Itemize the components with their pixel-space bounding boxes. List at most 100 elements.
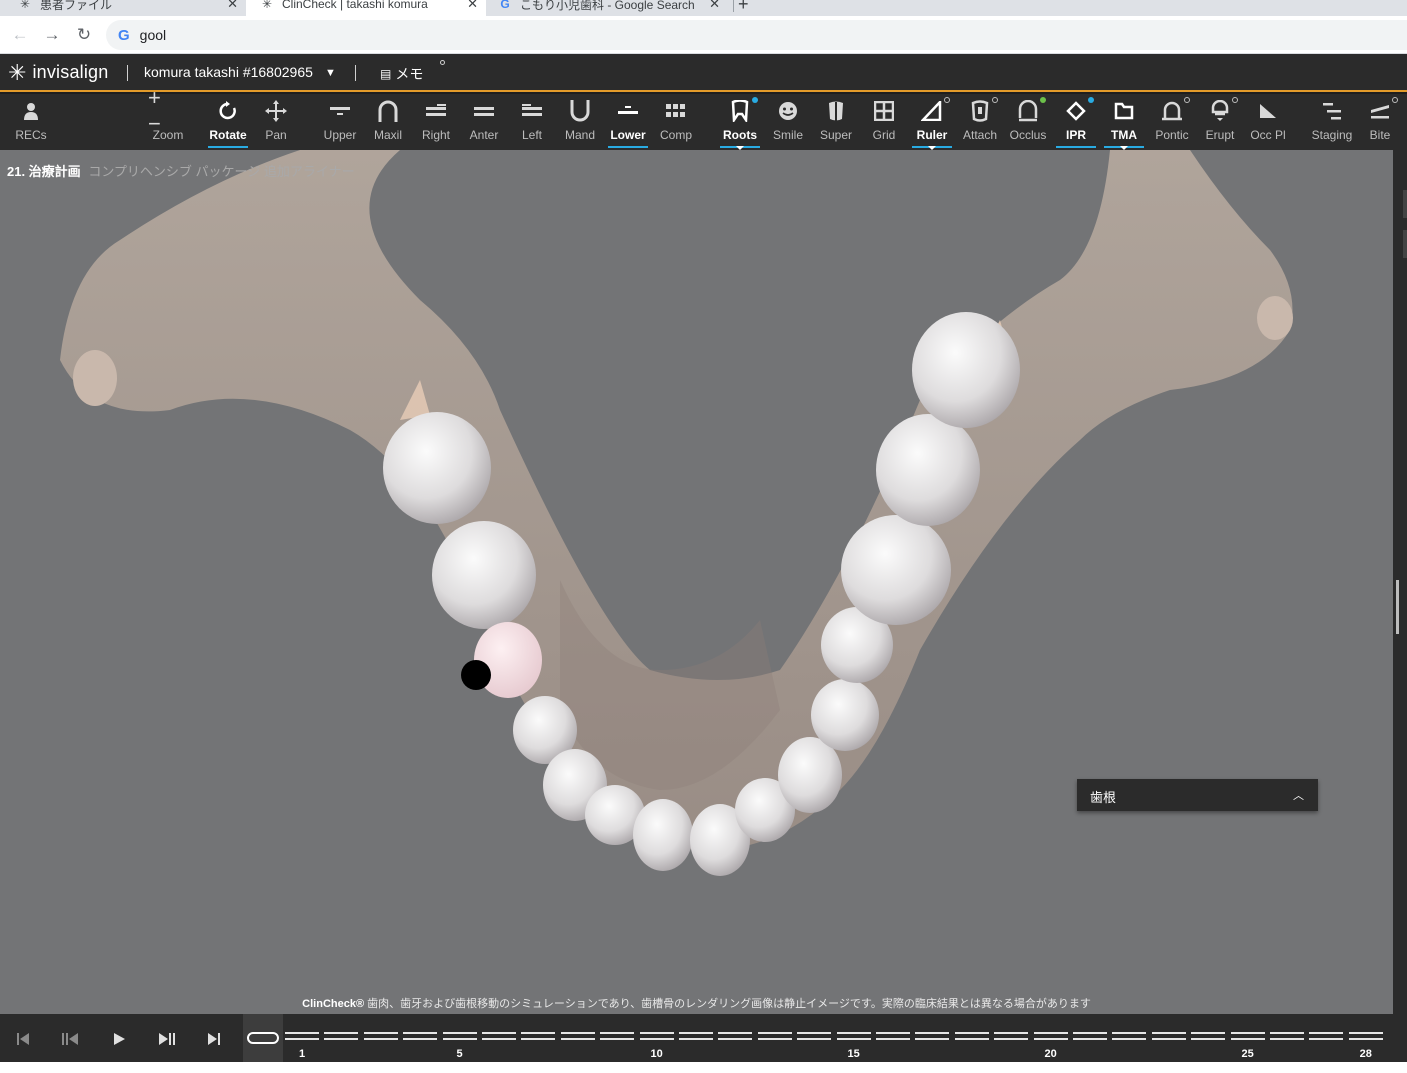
tool-occlus[interactable]: Occlus xyxy=(1004,94,1052,150)
stage-step[interactable] xyxy=(482,1032,516,1040)
patient-selector[interactable]: komura takashi #16802965 xyxy=(144,64,313,80)
tooth-left-central[interactable] xyxy=(633,799,693,871)
back-arrow-icon[interactable]: ← xyxy=(8,23,32,47)
tool-zoom[interactable]: +− Zoom xyxy=(144,85,192,150)
tool-grid[interactable]: Grid xyxy=(860,94,908,150)
memo-button[interactable]: ▤ メモ xyxy=(380,64,423,84)
tooth-left-molar-1[interactable] xyxy=(432,521,536,629)
stage-step[interactable] xyxy=(1309,1032,1344,1040)
stage-step[interactable] xyxy=(521,1032,556,1040)
tooth-right-molar-2[interactable] xyxy=(876,414,980,526)
stage-step[interactable] xyxy=(1151,1032,1186,1040)
tool-pan[interactable]: Pan xyxy=(252,94,300,150)
forward-arrow-icon[interactable]: → xyxy=(40,23,64,47)
stage-step[interactable] xyxy=(954,1032,989,1040)
tooth-right-molar-3[interactable] xyxy=(912,312,1020,428)
browser-tab-clincheck[interactable]: ✳ ClinCheck | takashi komura ✕ xyxy=(246,0,486,16)
stage-step[interactable] xyxy=(1033,1032,1068,1040)
address-bar[interactable]: G gool xyxy=(106,20,1407,50)
stage-upper-bar xyxy=(324,1032,359,1034)
roots-panel[interactable]: 歯根 ︿ xyxy=(1077,779,1318,811)
stage-step[interactable] xyxy=(679,1032,713,1040)
stage-step[interactable] xyxy=(994,1032,1029,1040)
address-text[interactable]: gool xyxy=(140,27,166,43)
stage-step[interactable] xyxy=(1191,1032,1226,1040)
tool-attach[interactable]: Attach xyxy=(956,94,1004,150)
stage-step[interactable] xyxy=(560,1032,595,1040)
tool-lower[interactable]: Lower xyxy=(604,94,652,150)
stage-step[interactable] xyxy=(285,1032,319,1040)
chevron-down-icon[interactable]: ▼ xyxy=(325,67,336,79)
stage-step[interactable] xyxy=(442,1032,477,1040)
stage-track[interactable] xyxy=(285,1032,1389,1046)
new-tab-button[interactable]: + xyxy=(738,0,749,15)
tool-tma[interactable]: TMA xyxy=(1100,94,1148,150)
stage-step[interactable] xyxy=(324,1032,359,1040)
tool-smile[interactable]: Smile xyxy=(764,94,812,150)
stage-step[interactable] xyxy=(639,1032,674,1040)
stage-step[interactable] xyxy=(600,1032,635,1040)
stage-0-pill[interactable] xyxy=(247,1032,279,1044)
tool-ruler[interactable]: Ruler xyxy=(908,94,956,150)
tool-roots[interactable]: Roots xyxy=(716,94,764,150)
current-stage-marker[interactable] xyxy=(243,1014,283,1062)
tool-maxil[interactable]: Maxil xyxy=(364,94,412,150)
tooth-right-premolar-1[interactable] xyxy=(811,679,879,751)
tooth-left-molar-2[interactable] xyxy=(383,412,491,524)
stage-step[interactable] xyxy=(757,1032,792,1040)
stage-step[interactable] xyxy=(876,1032,910,1040)
stage-upper-bar xyxy=(600,1032,635,1034)
tool-comp[interactable]: Comp xyxy=(652,94,700,150)
stage-step[interactable] xyxy=(1112,1032,1147,1040)
status-dot xyxy=(992,97,998,103)
tool-anter[interactable]: Anter xyxy=(460,94,508,150)
skip-to-start-icon[interactable] xyxy=(10,1028,36,1050)
status-dot xyxy=(752,97,758,103)
selection-marker[interactable] xyxy=(461,660,491,690)
browser-tab-patient-file[interactable]: ✳ 患者ファイル ✕ xyxy=(0,0,246,16)
tool-super[interactable]: Super xyxy=(812,94,860,150)
tool-ipr[interactable]: IPR xyxy=(1052,94,1100,150)
stage-step[interactable] xyxy=(1348,1032,1383,1040)
tool-left[interactable]: Left xyxy=(508,94,556,150)
stage-step[interactable] xyxy=(363,1032,398,1040)
stage-step[interactable] xyxy=(915,1032,950,1040)
stage-step[interactable] xyxy=(836,1032,871,1040)
tool-upper[interactable]: Upper xyxy=(316,94,364,150)
tool-rotate[interactable]: Rotate xyxy=(204,94,252,150)
stage-step[interactable] xyxy=(797,1032,832,1040)
stage-step[interactable] xyxy=(718,1032,753,1040)
stage-step[interactable] xyxy=(1230,1032,1265,1040)
tool-staging[interactable]: Staging xyxy=(1308,94,1356,150)
tool-erupt[interactable]: Erupt xyxy=(1196,94,1244,150)
tool-bite[interactable]: Bite xyxy=(1356,94,1404,150)
tool-mand[interactable]: Mand xyxy=(556,94,604,150)
tool-occ-pl[interactable]: Occ Pl xyxy=(1244,94,1292,150)
play-icon[interactable] xyxy=(106,1028,132,1050)
step-back-icon[interactable] xyxy=(57,1028,83,1050)
reload-icon[interactable]: ↻ xyxy=(72,23,96,47)
tool-label: Attach xyxy=(962,128,998,142)
skip-to-end-icon[interactable] xyxy=(201,1028,227,1050)
tool-recs[interactable]: RECs xyxy=(7,94,55,150)
close-icon[interactable]: ✕ xyxy=(467,0,478,12)
tool-pontic[interactable]: Pontic xyxy=(1148,94,1196,150)
chevron-up-icon[interactable]: ︿ xyxy=(1293,787,1304,803)
stage-step[interactable] xyxy=(1270,1032,1304,1040)
stage-step[interactable] xyxy=(403,1032,438,1040)
tooth-right-molar-1[interactable] xyxy=(841,515,951,625)
play-step-icon[interactable] xyxy=(154,1028,180,1050)
close-icon[interactable]: ✕ xyxy=(227,0,238,12)
google-favicon-icon: G xyxy=(500,0,510,11)
stage-upper-bar xyxy=(994,1032,1029,1034)
treatment-plan-title[interactable]: 21. 治療計画 コンプリヘンシブ パッケージ 追加アライナー xyxy=(7,161,355,180)
view-toolbar: RECs +− Zoom Rotate Pan Upper Maxil Righ… xyxy=(0,85,1407,150)
tool-right[interactable]: Right xyxy=(412,94,460,150)
vertical-scrollbar[interactable] xyxy=(1393,150,1407,1014)
close-icon[interactable]: ✕ xyxy=(709,0,720,12)
scrollbar-thumb[interactable] xyxy=(1396,580,1399,634)
stage-step[interactable] xyxy=(1073,1032,1107,1040)
3d-viewport[interactable]: 21. 治療計画 コンプリヘンシブ パッケージ 追加アライナー 歯根 ︿ Cli… xyxy=(0,150,1393,1014)
dental-model-render[interactable] xyxy=(0,150,1393,1014)
browser-tab-google-search[interactable]: G こもり小児歯科 - Google Search ✕ xyxy=(488,0,728,16)
